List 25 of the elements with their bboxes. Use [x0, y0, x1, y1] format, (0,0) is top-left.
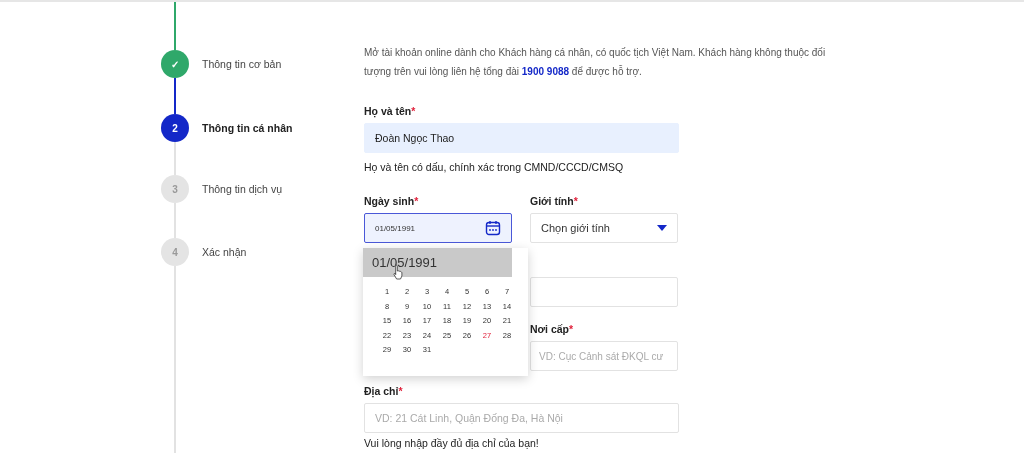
autocomplete-option[interactable]: 01/05/1991 — [363, 248, 512, 277]
input-field[interactable] — [530, 277, 678, 307]
hint-text: Vui lòng nhập đầy đủ địa chỉ của bạn! — [364, 437, 540, 449]
step-indicator: 2 — [161, 114, 189, 142]
field-label: Địa chỉ* — [364, 385, 404, 399]
calendar-icon[interactable] — [485, 220, 501, 236]
gender-dropdown[interactable]: Chọn giới tính — [530, 213, 678, 243]
caret-icon — [657, 225, 667, 231]
step-label: Thông tin cơ bản — [202, 58, 282, 70]
step-indicator: 4 — [161, 238, 189, 266]
step-indicator: ✓ — [161, 50, 189, 78]
full-name-field[interactable]: Đoàn Ngọc Thao — [364, 123, 679, 153]
hint-text: Họ và tên có dấu, chính xác trong CMND/CCCD/CMSQ — [364, 161, 625, 173]
field-label: Nơi cấp* — [530, 323, 575, 337]
step-label: Thông tin dịch vụ — [202, 183, 282, 195]
field-label: Ngày sinh* — [364, 195, 420, 209]
intro-text: Mở tài khoản online dành cho Khách hàng cá nhân, có quốc tịch Việt Nam. Khách hàng không thuộc đối tượng trên vui lòng liên hệ tổng đài 1900 9088 để được hỗ trợ. — [364, 46, 827, 79]
field-label: Giới tính* — [530, 195, 579, 209]
birth-date-field[interactable]: 01/05/1991 — [364, 213, 512, 243]
step-indicator: 3 — [161, 175, 189, 203]
address-field[interactable]: VD: 21 Cát Linh, Quận Đống Đa, Hà Nội — [364, 403, 679, 433]
issue-place-field[interactable]: VD: Cục Cảnh sát ĐKQL cư — [530, 341, 678, 371]
step-label: Thông tin cá nhân — [202, 122, 293, 134]
field-label: Họ và tên* — [364, 105, 417, 119]
step-label: Xác nhận — [202, 246, 247, 258]
